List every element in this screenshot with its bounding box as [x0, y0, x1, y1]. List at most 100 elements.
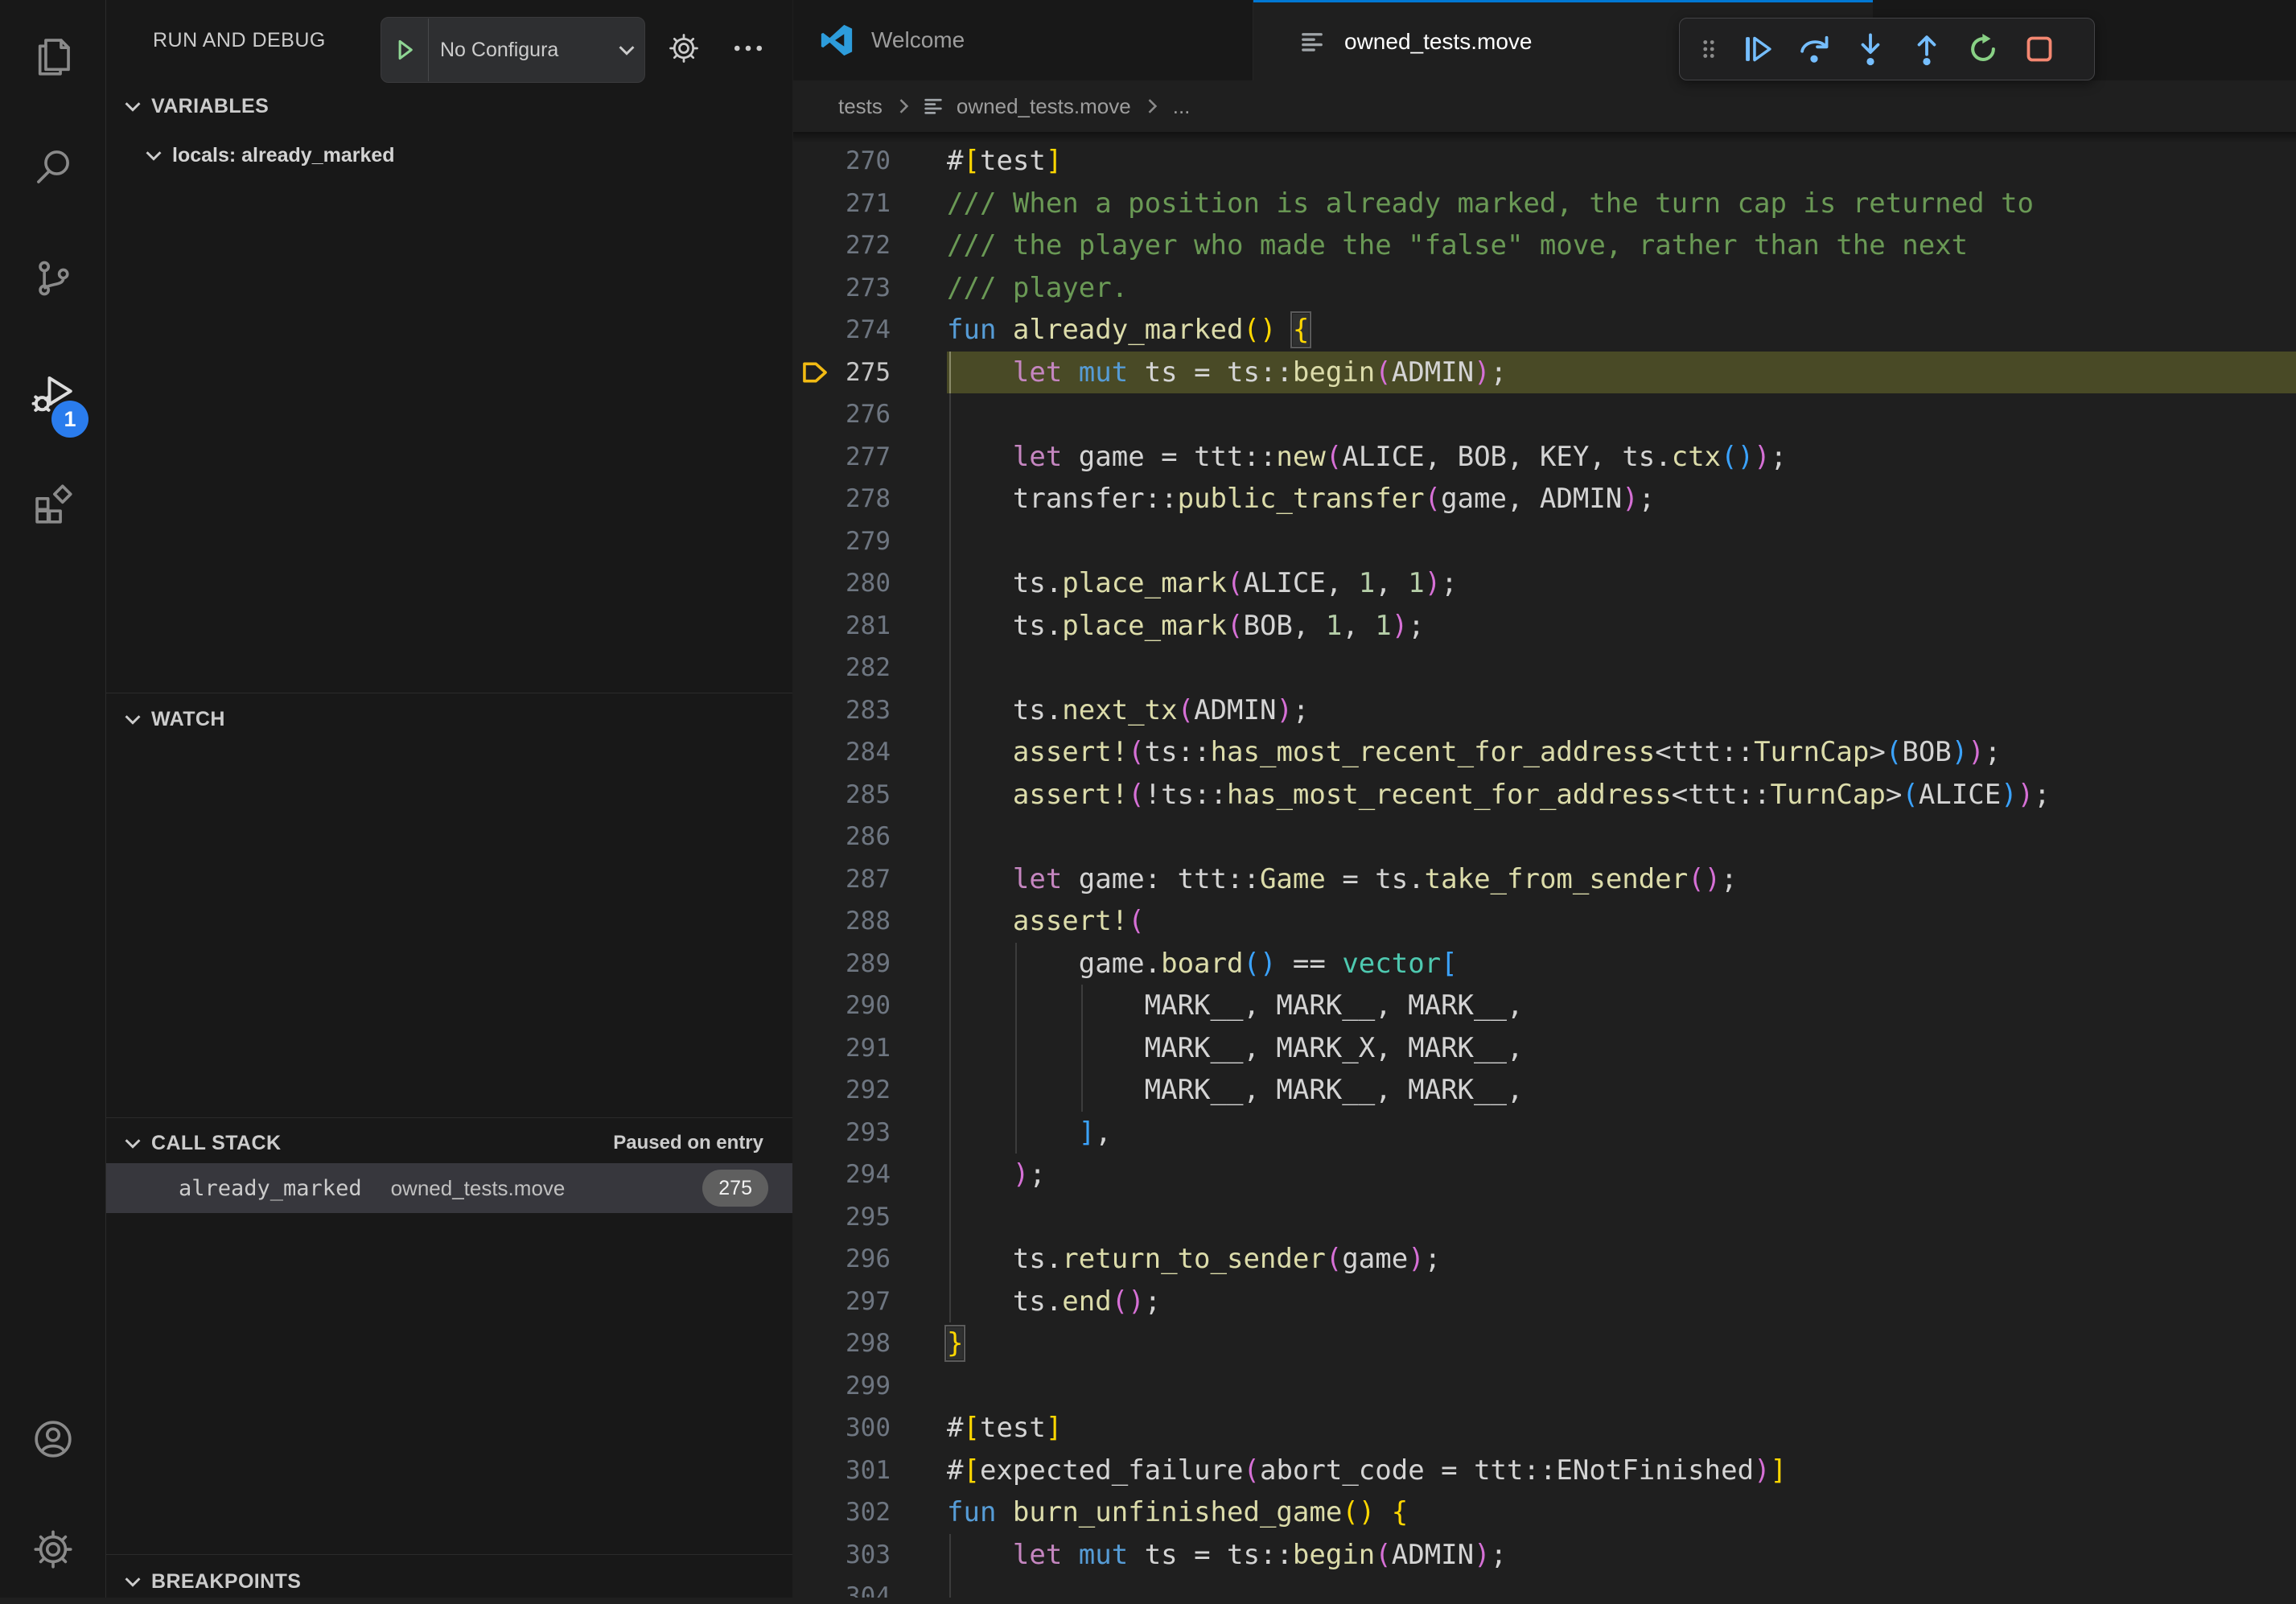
code-line[interactable]: 300#[test] — [793, 1407, 2296, 1450]
line-number[interactable]: 281 — [793, 605, 947, 648]
gutter[interactable]: 280 — [793, 562, 947, 605]
line-number[interactable]: 295 — [793, 1196, 947, 1239]
code-line[interactable]: 286 — [793, 816, 2296, 858]
line-number[interactable]: 283 — [793, 689, 947, 732]
tab-welcome[interactable]: Welcome — [793, 0, 1253, 80]
code-line[interactable]: 292 MARK__, MARK__, MARK__, — [793, 1069, 2296, 1112]
code-text[interactable] — [947, 1365, 2296, 1408]
code-text[interactable] — [947, 1576, 2296, 1598]
line-number[interactable]: 303 — [793, 1534, 947, 1577]
gutter[interactable]: 272 — [793, 224, 947, 267]
debug-config-dropdown[interactable]: No Configura — [381, 17, 645, 83]
line-number[interactable]: 296 — [793, 1238, 947, 1281]
section-watch[interactable]: WATCH — [106, 697, 792, 742]
gutter[interactable]: 304 — [793, 1576, 947, 1598]
line-number[interactable]: 280 — [793, 562, 947, 605]
code-line[interactable]: 282 — [793, 647, 2296, 689]
code-line[interactable]: 271/// When a position is already marked… — [793, 183, 2296, 225]
gutter[interactable]: 286 — [793, 816, 947, 858]
sidebar-item-run-and-debug[interactable]: 1 — [0, 349, 105, 438]
start-debug-button[interactable] — [381, 19, 429, 81]
gutter[interactable]: 294 — [793, 1154, 947, 1196]
line-number[interactable]: 298 — [793, 1322, 947, 1365]
code-text[interactable]: game.board() == vector[ — [947, 943, 2296, 985]
code-text[interactable]: MARK__, MARK__, MARK__, — [947, 985, 2296, 1027]
line-number[interactable]: 287 — [793, 858, 947, 901]
code-line[interactable]: 296 ts.return_to_sender(game); — [793, 1238, 2296, 1281]
code-text[interactable]: } — [947, 1322, 2296, 1365]
code-line[interactable]: 285 assert!(!ts::has_most_recent_for_add… — [793, 774, 2296, 816]
breadcrumb-file[interactable]: owned_tests.move — [957, 94, 1131, 119]
line-number[interactable]: 271 — [793, 183, 947, 225]
code-line[interactable]: 283 ts.next_tx(ADMIN); — [793, 689, 2296, 732]
sidebar-item-extensions[interactable] — [0, 460, 105, 549]
code-text[interactable]: /// player. — [947, 267, 2296, 310]
gutter[interactable]: 284 — [793, 731, 947, 774]
code-text[interactable]: assert!(ts::has_most_recent_for_address<… — [947, 731, 2296, 774]
section-variables[interactable]: VARIABLES — [106, 84, 792, 129]
code-text[interactable] — [947, 647, 2296, 689]
code-line[interactable]: 279 — [793, 520, 2296, 563]
code-line[interactable]: 295 — [793, 1196, 2296, 1239]
gutter[interactable]: 287 — [793, 858, 947, 901]
code-text[interactable]: assert!(!ts::has_most_recent_for_address… — [947, 774, 2296, 816]
code-line[interactable]: 303 let mut ts = ts::begin(ADMIN); — [793, 1534, 2296, 1577]
line-number[interactable]: 279 — [793, 520, 947, 563]
line-number[interactable]: 297 — [793, 1281, 947, 1323]
code-line[interactable]: 275 let mut ts = ts::begin(ADMIN); — [793, 352, 2296, 394]
gutter[interactable]: 296 — [793, 1238, 947, 1281]
line-number[interactable]: 285 — [793, 774, 947, 816]
code-text[interactable]: ts.place_mark(ALICE, 1, 1); — [947, 562, 2296, 605]
code-text[interactable]: ts.return_to_sender(game); — [947, 1238, 2296, 1281]
gutter[interactable]: 288 — [793, 900, 947, 943]
code-text[interactable]: ], — [947, 1112, 2296, 1154]
gutter[interactable]: 277 — [793, 436, 947, 479]
gutter[interactable]: 274 — [793, 309, 947, 352]
step-out-button[interactable] — [1899, 23, 1955, 75]
line-number[interactable]: 289 — [793, 943, 947, 985]
code-line[interactable]: 299 — [793, 1365, 2296, 1408]
line-number[interactable]: 274 — [793, 309, 947, 352]
gutter[interactable]: 285 — [793, 774, 947, 816]
line-number[interactable]: 290 — [793, 985, 947, 1027]
code-line[interactable]: 288 assert!( — [793, 900, 2296, 943]
line-number[interactable]: 272 — [793, 224, 947, 267]
gutter[interactable]: 303 — [793, 1534, 947, 1577]
section-call-stack[interactable]: CALL STACK Paused on entry — [106, 1121, 792, 1166]
code-line[interactable]: 274fun already_marked() { — [793, 309, 2296, 352]
gutter[interactable]: 293 — [793, 1112, 947, 1154]
code-text[interactable] — [947, 520, 2296, 563]
code-line[interactable]: 272/// the player who made the "false" m… — [793, 224, 2296, 267]
line-number[interactable]: 288 — [793, 900, 947, 943]
code-line[interactable]: 281 ts.place_mark(BOB, 1, 1); — [793, 605, 2296, 648]
line-number[interactable]: 299 — [793, 1365, 947, 1408]
code-editor[interactable]: 270#[test]271/// When a position is alre… — [793, 132, 2296, 1598]
line-number[interactable]: 286 — [793, 816, 947, 858]
step-over-button[interactable] — [1786, 23, 1842, 75]
code-line[interactable]: 302fun burn_unfinished_game() { — [793, 1491, 2296, 1534]
line-number[interactable]: 276 — [793, 393, 947, 436]
line-number[interactable]: 292 — [793, 1069, 947, 1112]
gutter[interactable]: 291 — [793, 1027, 947, 1070]
open-launch-config-button[interactable] — [660, 24, 708, 72]
line-number[interactable]: 304 — [793, 1576, 947, 1598]
variables-scope-locals[interactable]: locals: already_marked — [106, 132, 792, 179]
code-line[interactable]: 284 assert!(ts::has_most_recent_for_addr… — [793, 731, 2296, 774]
code-text[interactable]: #[expected_failure(abort_code = ttt::ENo… — [947, 1450, 2296, 1492]
code-line[interactable]: 280 ts.place_mark(ALICE, 1, 1); — [793, 562, 2296, 605]
code-line[interactable]: 278 transfer::public_transfer(game, ADMI… — [793, 478, 2296, 520]
gutter[interactable]: 289 — [793, 943, 947, 985]
code-line[interactable]: 277 let game = ttt::new(ALICE, BOB, KEY,… — [793, 436, 2296, 479]
gutter[interactable]: 295 — [793, 1196, 947, 1239]
code-line[interactable]: 293 ], — [793, 1112, 2296, 1154]
line-number[interactable]: 270 — [793, 140, 947, 183]
sidebar-item-source-control[interactable] — [0, 234, 105, 323]
code-text[interactable]: ts.end(); — [947, 1281, 2296, 1323]
gutter[interactable]: 283 — [793, 689, 947, 732]
code-line[interactable]: 291 MARK__, MARK_X, MARK__, — [793, 1027, 2296, 1070]
code-text[interactable]: /// When a position is already marked, t… — [947, 183, 2296, 225]
code-line[interactable]: 273/// player. — [793, 267, 2296, 310]
code-line[interactable]: 290 MARK__, MARK__, MARK__, — [793, 985, 2296, 1027]
code-text[interactable]: let mut ts = ts::begin(ADMIN); — [947, 352, 2296, 394]
code-text[interactable]: ); — [947, 1154, 2296, 1196]
